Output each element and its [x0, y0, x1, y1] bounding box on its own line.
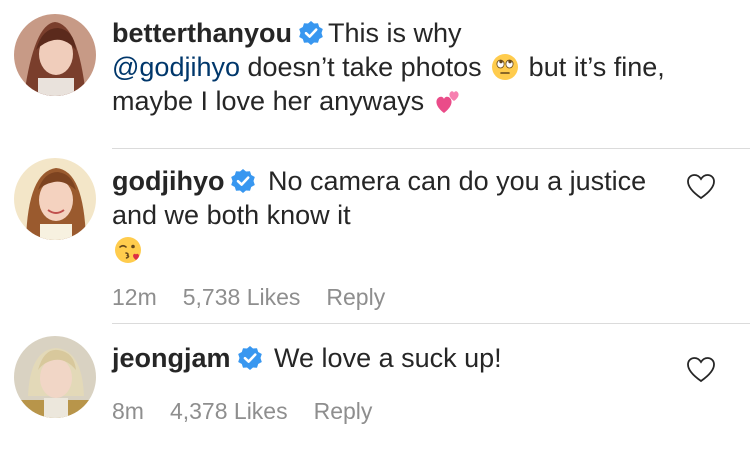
likes-count[interactable]: 5,738 Likes [183, 284, 301, 311]
username[interactable]: jeongjam [112, 343, 231, 373]
divider [112, 323, 750, 324]
comment-meta: 12m 5,738 Likes Reply [112, 284, 385, 311]
timestamp: 8m [112, 398, 144, 424]
username[interactable]: betterthanyou [112, 18, 292, 48]
timestamp: 12m [112, 284, 157, 310]
comment-meta: 8m 4,378 Likes Reply [112, 398, 372, 425]
username[interactable]: godjihyo [112, 166, 224, 196]
comment-body: We love a suck up! [274, 343, 502, 373]
face-blowing-kiss-icon [115, 237, 141, 263]
verified-badge-icon [237, 346, 262, 370]
heart-icon[interactable] [686, 172, 716, 202]
comment-body-part: This is why [328, 18, 462, 48]
divider [112, 148, 750, 149]
avatar[interactable] [14, 336, 96, 418]
avatar[interactable] [14, 14, 96, 96]
face-with-rolling-eyes-icon [492, 54, 519, 80]
avatar-image [14, 336, 96, 418]
verified-badge-icon [231, 169, 256, 193]
comment-body-part: doesn’t take photos [240, 52, 490, 82]
reply-button[interactable]: Reply [326, 284, 385, 311]
comment-text: betterthanyou This is why @godjihyo does… [112, 16, 672, 118]
avatar-image [14, 14, 96, 96]
two-hearts-icon [436, 91, 459, 113]
avatar[interactable] [14, 158, 96, 240]
comment-text: jeongjam We love a suck up! [112, 341, 652, 375]
avatar-image [14, 158, 96, 240]
heart-icon[interactable] [686, 355, 716, 385]
comment-text: godjihyo No camera can do you a justice … [112, 164, 652, 267]
verified-badge-icon [299, 21, 323, 45]
mention-link[interactable]: @godjihyo [112, 52, 240, 82]
likes-count[interactable]: 4,378 Likes [170, 398, 288, 425]
reply-button[interactable]: Reply [314, 398, 373, 425]
